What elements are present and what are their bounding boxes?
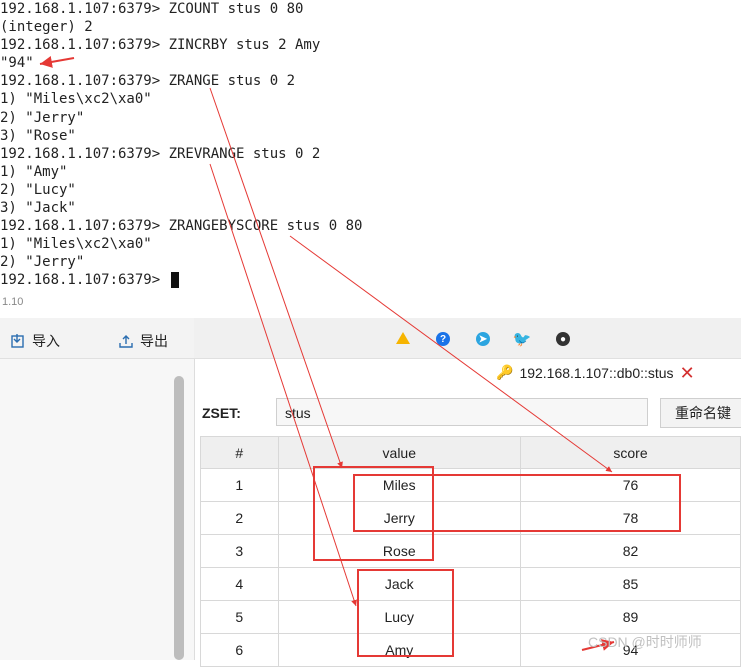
tab-label: 192.168.1.107::db0::stus (519, 364, 674, 381)
tab-key[interactable]: 🔑 192.168.1.107::db0::stus ✕ (496, 364, 695, 382)
terminal-cursor (170, 272, 179, 289)
row-score[interactable]: 82 (520, 534, 741, 568)
terminal-line: 192.168.1.107:6379> ZRANGE stus 0 2 (0, 73, 296, 90)
table-row[interactable]: 3 Rose 82 (200, 534, 741, 568)
table-row[interactable]: 4 Jack 85 (200, 567, 741, 601)
key-name-field[interactable]: stus (276, 398, 648, 426)
key-header: ZSET: stus 重命名键 (194, 396, 741, 432)
table-row[interactable]: 5 Lucy 89 (200, 600, 741, 634)
terminal-line: 2) "Jerry" (0, 254, 85, 271)
terminal-line: "94" (0, 55, 34, 72)
terminal-line: 1) "Miles\xc2\xa0" (0, 91, 152, 108)
row-value[interactable]: Jack (277, 567, 522, 601)
close-icon[interactable]: ✕ (680, 364, 695, 382)
row-value[interactable]: Rose (277, 534, 522, 568)
table-header-row: # value score (200, 436, 741, 469)
row-score[interactable]: 78 (520, 501, 741, 535)
row-index: 6 (200, 633, 279, 667)
key-type-label: ZSET: (202, 405, 241, 421)
export-icon (119, 335, 133, 348)
column-header-score[interactable]: score (520, 436, 741, 469)
row-score[interactable]: 76 (520, 468, 741, 502)
twitter-icon[interactable]: 🐦 (513, 331, 532, 348)
terminal-line: 2) "Jerry" (0, 109, 85, 126)
warning-icon[interactable] (396, 332, 410, 344)
key-icon: 🔑 (496, 364, 514, 380)
top-toolbar (194, 318, 741, 359)
rename-key-button[interactable]: 重命名键 (660, 398, 741, 428)
terminal-line: 192.168.1.107:6379> ZREVRANGE stus 0 2 (0, 145, 321, 162)
column-header-index[interactable]: # (200, 436, 279, 469)
terminal-line: (integer) 2 (0, 19, 93, 36)
terminal-prompt: 192.168.1.107:6379> (0, 272, 169, 289)
terminal-line: 3) "Jack" (0, 200, 76, 217)
terminal: 192.168.1.107:6379> ZCOUNT stus 0 80 (in… (0, 0, 410, 290)
row-index: 2 (200, 501, 279, 535)
import-button[interactable]: 导入 (10, 330, 60, 352)
row-index: 4 (200, 567, 279, 601)
terminal-line: 192.168.1.107:6379> ZRANGEBYSCORE stus 0… (0, 218, 363, 235)
row-value[interactable]: Amy (277, 633, 522, 667)
column-header-value[interactable]: value (277, 436, 522, 469)
version-label: 1.10 (2, 296, 24, 308)
row-index: 3 (200, 534, 279, 568)
terminal-line: 2) "Lucy" (0, 181, 76, 198)
terminal-line: 1) "Amy" (0, 163, 68, 180)
telegram-icon[interactable]: ➤ (476, 332, 490, 346)
row-value[interactable]: Miles (277, 468, 522, 502)
row-value[interactable]: Jerry (277, 501, 522, 535)
table-row[interactable]: 2 Jerry 78 (200, 501, 741, 535)
terminal-line: 3) "Rose" (0, 127, 76, 144)
terminal-line: 192.168.1.107:6379> ZCOUNT stus 0 80 (0, 1, 304, 17)
github-icon[interactable]: ● (556, 332, 570, 346)
row-index: 1 (200, 468, 279, 502)
row-value[interactable]: Lucy (277, 600, 522, 634)
row-index: 5 (200, 600, 279, 634)
import-label: 导入 (32, 333, 60, 349)
row-score[interactable]: 89 (520, 600, 741, 634)
help-icon[interactable]: ? (436, 332, 450, 346)
export-label: 导出 (140, 333, 168, 349)
table-row[interactable]: 1 Miles 76 (200, 468, 741, 502)
terminal-line: 1) "Miles\xc2\xa0" (0, 236, 152, 253)
terminal-line: 192.168.1.107:6379> ZINCRBY stus 2 Amy (0, 37, 321, 54)
sidebar (0, 318, 195, 660)
export-button[interactable]: 导出 (118, 330, 168, 352)
import-icon (11, 334, 24, 348)
terminal-prompt-line[interactable]: 192.168.1.107:6379> (0, 271, 410, 289)
watermark: CSDN @时时师师 (588, 634, 702, 650)
row-score[interactable]: 85 (520, 567, 741, 601)
sidebar-scrollbar-thumb[interactable] (174, 376, 184, 660)
